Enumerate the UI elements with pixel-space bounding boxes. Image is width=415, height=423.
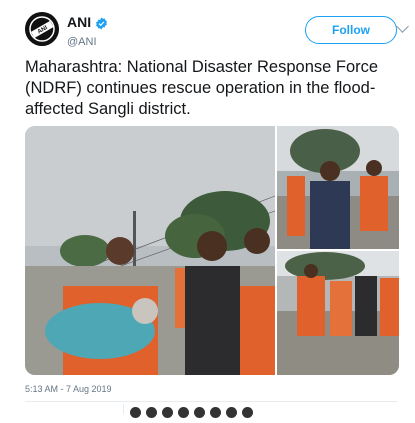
tweet-media-grid[interactable] <box>25 126 399 375</box>
avatar[interactable] <box>226 407 237 418</box>
follow-button[interactable]: Follow <box>305 16 397 44</box>
avatar[interactable] <box>242 407 253 418</box>
avatar[interactable] <box>146 407 157 418</box>
tweet-text: Maharashtra: National Disaster Response … <box>25 58 379 118</box>
footer-divider <box>25 401 397 402</box>
avatar[interactable] <box>194 407 205 418</box>
tweet-timestamp[interactable]: 5:13 AM - 7 Aug 2019 <box>25 384 112 394</box>
media-photos <box>25 126 399 375</box>
author-name[interactable]: ANI <box>67 14 108 33</box>
tweet-header: ANI ANI @ANI Follow <box>25 12 409 49</box>
avatar[interactable] <box>162 407 173 418</box>
author-info: ANI @ANI <box>67 14 108 49</box>
photo-top-right[interactable] <box>277 126 399 249</box>
author-avatar[interactable]: ANI <box>25 12 59 46</box>
avatar[interactable] <box>210 407 221 418</box>
photo-main[interactable] <box>25 126 276 375</box>
avatar[interactable] <box>130 407 141 418</box>
avatar[interactable] <box>178 407 189 418</box>
photo-bottom-right[interactable] <box>277 251 399 375</box>
ani-logo-icon: ANI <box>25 12 59 46</box>
verified-badge-icon <box>95 17 108 33</box>
author-display-name[interactable]: ANI <box>67 14 91 30</box>
author-handle[interactable]: @ANI <box>67 35 108 49</box>
counter-divider <box>123 404 124 414</box>
chevron-down-icon[interactable] <box>396 20 409 33</box>
